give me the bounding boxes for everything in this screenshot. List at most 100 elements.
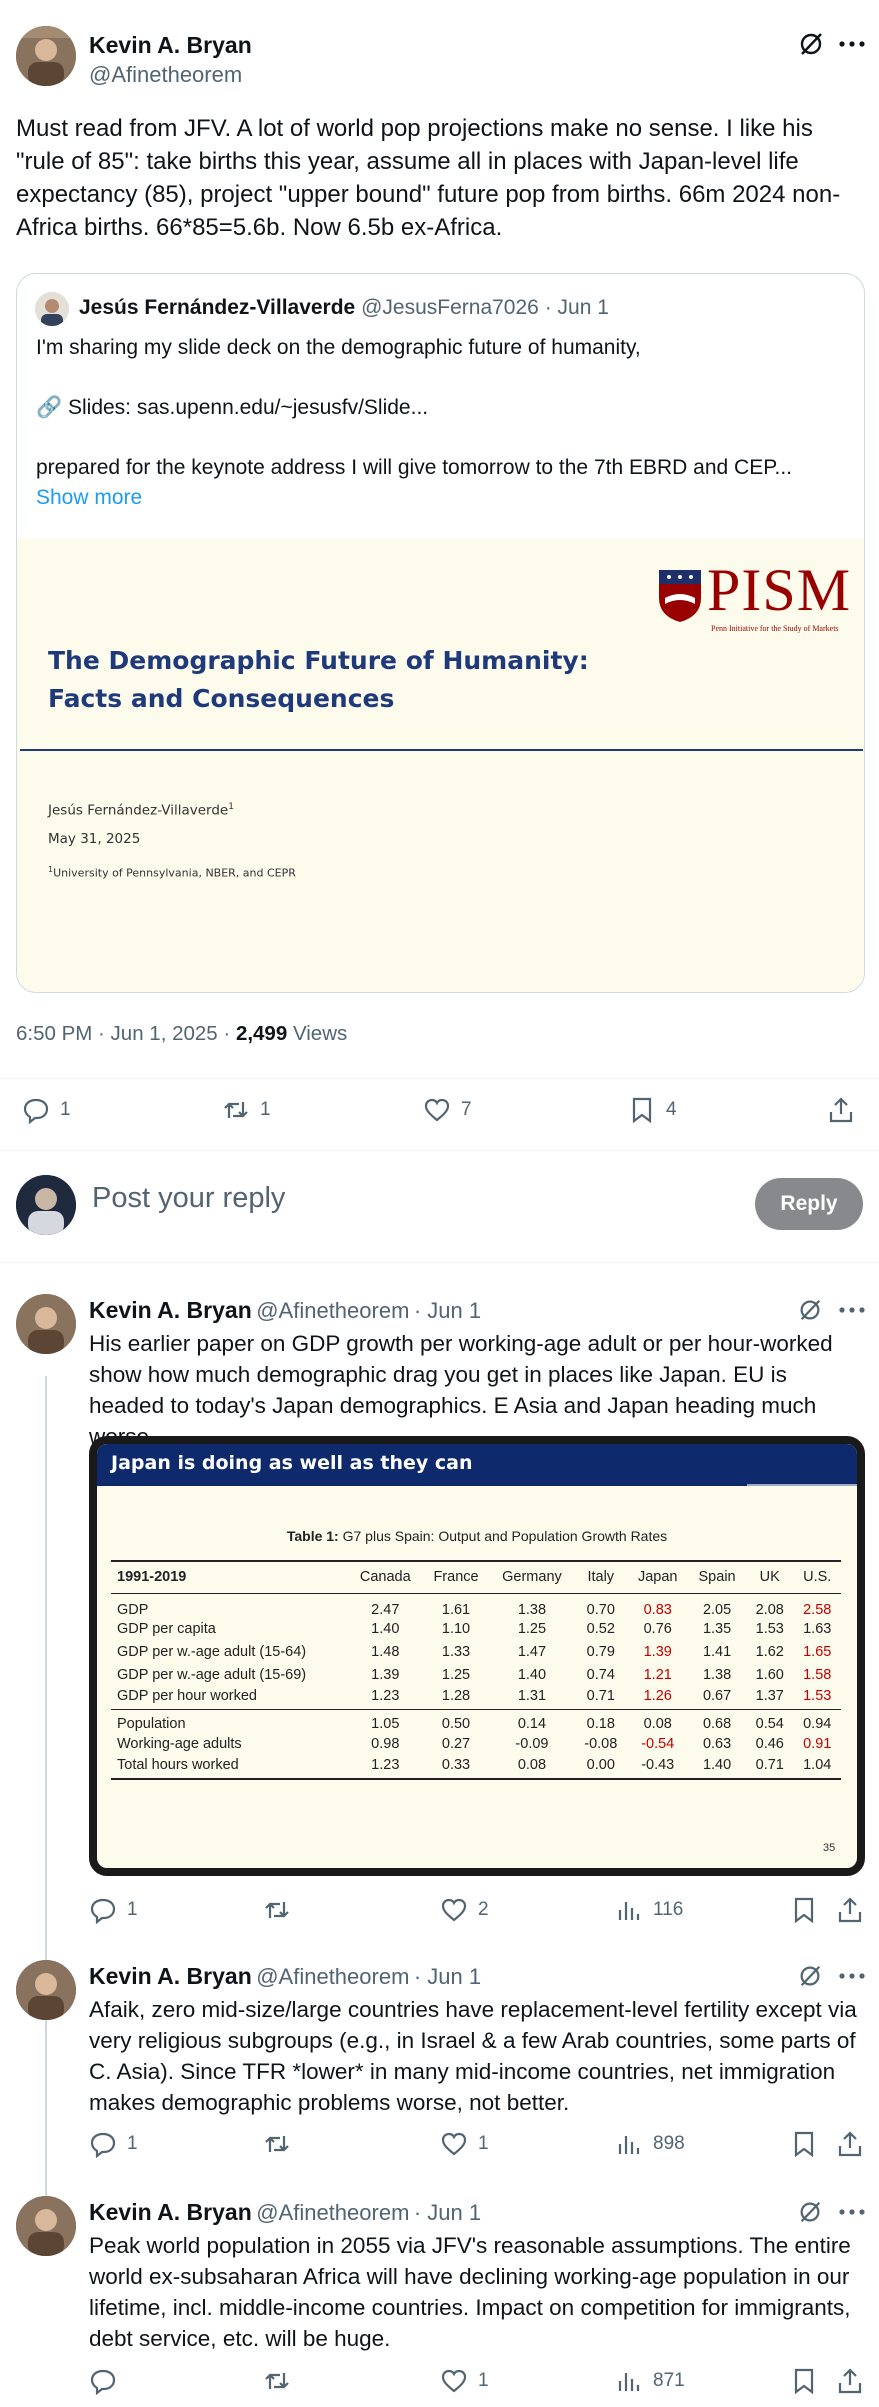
reply-date[interactable]: · Jun 1 bbox=[414, 2200, 481, 2225]
reply-button[interactable]: 1 bbox=[89, 1896, 138, 1924]
bookmark-icon bbox=[632, 1097, 652, 1124]
table-cell: 0.63 bbox=[702, 1736, 732, 1752]
table-cell: 2.08 bbox=[755, 1601, 784, 1618]
views-button[interactable]: 116 bbox=[615, 1896, 683, 1924]
retweet-icon bbox=[265, 2373, 289, 2389]
reply-button[interactable]: 1 bbox=[89, 2130, 138, 2158]
like-button[interactable]: 1 bbox=[440, 2367, 489, 2395]
more-options-icon[interactable] bbox=[838, 2202, 866, 2222]
slide-date: May 31, 2025 bbox=[48, 831, 141, 847]
like-button[interactable]: 7 bbox=[423, 1096, 472, 1124]
pism-logo-subtitle: Penn Initiative for the Study of Markets bbox=[711, 624, 839, 633]
reply-author-handle[interactable]: @Afinetheorem bbox=[256, 1298, 409, 1323]
table-cell: 1.35 bbox=[702, 1621, 732, 1637]
share-button[interactable] bbox=[836, 1896, 864, 1924]
bookmark-button[interactable] bbox=[790, 2130, 818, 2158]
slide-title-line-1: The Demographic Future of Humanity: bbox=[48, 646, 589, 675]
grok-icon[interactable] bbox=[797, 1297, 823, 1323]
table-cell: 1.65 bbox=[803, 1644, 832, 1660]
reply-author-name[interactable]: Kevin A. Bryan bbox=[89, 2199, 252, 2225]
slide-author-sup: 1 bbox=[228, 802, 234, 812]
reply-author-name[interactable]: Kevin A. Bryan bbox=[89, 1963, 252, 1989]
reply-input[interactable]: Post your reply bbox=[92, 1182, 285, 1216]
table-cell: 1.39 bbox=[643, 1644, 672, 1660]
quote-avatar bbox=[35, 292, 69, 326]
retweet-button[interactable] bbox=[263, 2367, 301, 2395]
slide-title-line-2: Facts and Consequences bbox=[48, 684, 395, 713]
more-options-icon[interactable] bbox=[838, 1966, 866, 1986]
my-avatar[interactable] bbox=[16, 1175, 76, 1235]
table-slide-image[interactable]: Japan is doing as well as they can Table… bbox=[89, 1436, 865, 1876]
table-row: GDP per capita 1.40 1.10 1.25 0.52 0.76 1.35 1.… bbox=[111, 1618, 841, 1641]
grok-icon[interactable] bbox=[797, 2199, 823, 2225]
more-options-icon[interactable] bbox=[838, 34, 866, 54]
table-cell: 0.76 bbox=[643, 1621, 672, 1637]
table-header-country: Italy bbox=[587, 1569, 615, 1586]
like-button[interactable]: 1 bbox=[440, 2130, 489, 2158]
tweet-text: Must read from JFV. A lot of world pop p… bbox=[16, 115, 841, 241]
quote-line-1: I'm sharing my slide deck on the demogra… bbox=[36, 336, 641, 359]
table-header-period: 1991-2019 bbox=[117, 1569, 187, 1586]
bookmark-button[interactable] bbox=[790, 1896, 818, 1924]
retweet-icon bbox=[224, 1102, 248, 1118]
penn-shield-icon bbox=[657, 568, 703, 624]
table-cell: 1.39 bbox=[371, 1667, 400, 1683]
table-cell: 0.71 bbox=[755, 1756, 784, 1773]
retweet-button[interactable] bbox=[263, 2130, 301, 2158]
reply-date[interactable]: · Jun 1 bbox=[414, 1964, 481, 1989]
retweet-icon bbox=[265, 1902, 289, 1918]
table-cell: 0.74 bbox=[586, 1667, 615, 1683]
reply-icon bbox=[90, 1898, 116, 1924]
table-cell: 0.54 bbox=[755, 1716, 784, 1733]
share-button[interactable] bbox=[836, 2367, 864, 2395]
quote-tweet-card[interactable]: Jesús Fernández-Villaverde @JesusFerna70… bbox=[16, 273, 865, 993]
show-more-link[interactable]: Show more bbox=[36, 486, 142, 510]
reply-author-handle[interactable]: @Afinetheorem bbox=[256, 2200, 409, 2225]
table-cell: 2.05 bbox=[702, 1601, 732, 1618]
reply-avatar[interactable] bbox=[16, 1294, 76, 1354]
share-button[interactable] bbox=[836, 2130, 864, 2158]
table-cell: 0.71 bbox=[586, 1687, 615, 1704]
table-row: GDP 2.47 1.61 1.38 0.70 0.83 2.05 2.08 2.58 bbox=[111, 1593, 841, 1618]
table-cell: 0.91 bbox=[803, 1736, 832, 1752]
reply-author-name[interactable]: Kevin A. Bryan bbox=[89, 1297, 252, 1323]
table-cell: 1.05 bbox=[371, 1716, 400, 1733]
heart-icon bbox=[441, 1898, 467, 1922]
reply-avatar[interactable] bbox=[16, 1960, 76, 2020]
retweet-button[interactable]: 1 bbox=[222, 1096, 271, 1124]
bookmark-button[interactable] bbox=[790, 2367, 818, 2395]
reply-submit-button[interactable]: Reply bbox=[755, 1178, 863, 1230]
share-button[interactable] bbox=[827, 1096, 855, 1124]
table-cell: 1.58 bbox=[803, 1667, 832, 1683]
more-options-icon[interactable] bbox=[838, 1300, 866, 1320]
reply-author-handle[interactable]: @Afinetheorem bbox=[256, 1964, 409, 1989]
table-header-country: Japan bbox=[637, 1569, 678, 1586]
reply-button[interactable] bbox=[89, 2367, 127, 2395]
reply-avatar[interactable] bbox=[16, 2196, 76, 2256]
slide-image[interactable]: PISM Penn Initiative for the Study of Ma… bbox=[17, 538, 864, 992]
reply-date[interactable]: · Jun 1 bbox=[414, 1298, 481, 1323]
views-button[interactable]: 898 bbox=[615, 2130, 685, 2158]
like-button[interactable]: 2 bbox=[440, 1896, 489, 1924]
bookmark-button[interactable]: 4 bbox=[628, 1096, 677, 1124]
table-caption: G7 plus Spain: Output and Population Gro… bbox=[338, 1528, 668, 1544]
grok-icon[interactable] bbox=[797, 1963, 823, 1989]
retweet-button[interactable] bbox=[263, 1896, 301, 1924]
author-handle[interactable]: @Afinetheorem bbox=[89, 62, 242, 88]
table-row: GDP per w.-age adult (15-69) 1.39 1.25 1.40… bbox=[111, 1664, 841, 1687]
table-cell: 1.23 bbox=[371, 1687, 400, 1704]
table-cell: 0.14 bbox=[517, 1716, 547, 1733]
slide-page-number: 35 bbox=[823, 1842, 836, 1854]
reply-button[interactable]: 1 bbox=[22, 1096, 71, 1124]
grok-icon[interactable] bbox=[797, 30, 825, 58]
author-name[interactable]: Kevin A. Bryan bbox=[89, 32, 252, 59]
table-cell: 1.23 bbox=[371, 1756, 400, 1773]
table-cell: 1.21 bbox=[643, 1667, 672, 1683]
tweet-timestamp[interactable]: 6:50 PM · Jun 1, 2025 · bbox=[16, 1022, 236, 1045]
avatar[interactable] bbox=[16, 26, 76, 86]
views-button[interactable]: 871 bbox=[615, 2367, 685, 2395]
reply-icon bbox=[23, 1098, 49, 1124]
slide-banner-rule bbox=[747, 1484, 857, 1486]
views-label: Views bbox=[287, 1022, 348, 1045]
pism-logo: PISM bbox=[707, 557, 852, 623]
